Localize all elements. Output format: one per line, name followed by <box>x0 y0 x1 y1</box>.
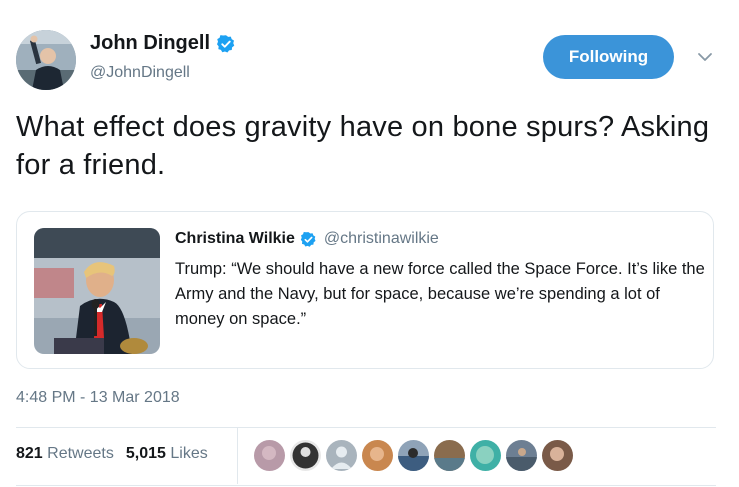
liker-avatar[interactable] <box>506 440 537 471</box>
verified-badge-icon <box>300 231 317 248</box>
quoted-author-name[interactable]: Christina Wilkie <box>175 230 295 248</box>
liker-avatar[interactable] <box>362 440 393 471</box>
retweets-stat[interactable]: 821 Retweets <box>16 445 114 463</box>
author-avatar[interactable] <box>16 30 76 90</box>
verified-badge-icon <box>216 34 236 54</box>
tweet-text: What effect does gravity have on bone sp… <box>16 111 710 181</box>
profile-photo-icon <box>16 30 76 90</box>
quoted-tweet[interactable]: Christina Wilkie @christinawilkie Trump:… <box>16 211 714 369</box>
retweets-count: 821 <box>16 445 43 462</box>
likes-stat[interactable]: 5,015 Likes <box>126 445 208 463</box>
liker-avatar[interactable] <box>542 440 573 471</box>
likes-label: Likes <box>170 445 208 462</box>
default-avatar-icon[interactable] <box>326 440 357 471</box>
divider <box>16 427 716 428</box>
likes-count: 5,015 <box>125 445 166 462</box>
retweets-label: Retweets <box>47 445 114 462</box>
liker-avatar[interactable] <box>254 440 285 471</box>
author-handle[interactable]: @JohnDingell <box>90 64 190 82</box>
tweet-timestamp[interactable]: 4:48 PM - 13 Mar 2018 <box>16 389 180 407</box>
likers-list <box>254 440 573 471</box>
liker-avatar[interactable] <box>434 440 465 471</box>
quoted-author-handle[interactable]: @christinawilkie <box>324 230 439 248</box>
liker-avatar[interactable] <box>398 440 429 471</box>
liker-avatar[interactable] <box>290 440 321 471</box>
divider <box>237 428 238 484</box>
following-button[interactable]: Following <box>543 35 674 79</box>
tweet-stats: 821 Retweets 5,015 Likes <box>16 445 208 463</box>
divider <box>16 485 716 486</box>
chevron-down-icon[interactable] <box>697 50 713 62</box>
press-photo-icon <box>34 228 160 354</box>
quoted-tweet-text: Trump: “We should have a new force calle… <box>175 260 705 328</box>
liker-avatar[interactable] <box>470 440 501 471</box>
author-name[interactable]: John Dingell <box>90 32 210 55</box>
